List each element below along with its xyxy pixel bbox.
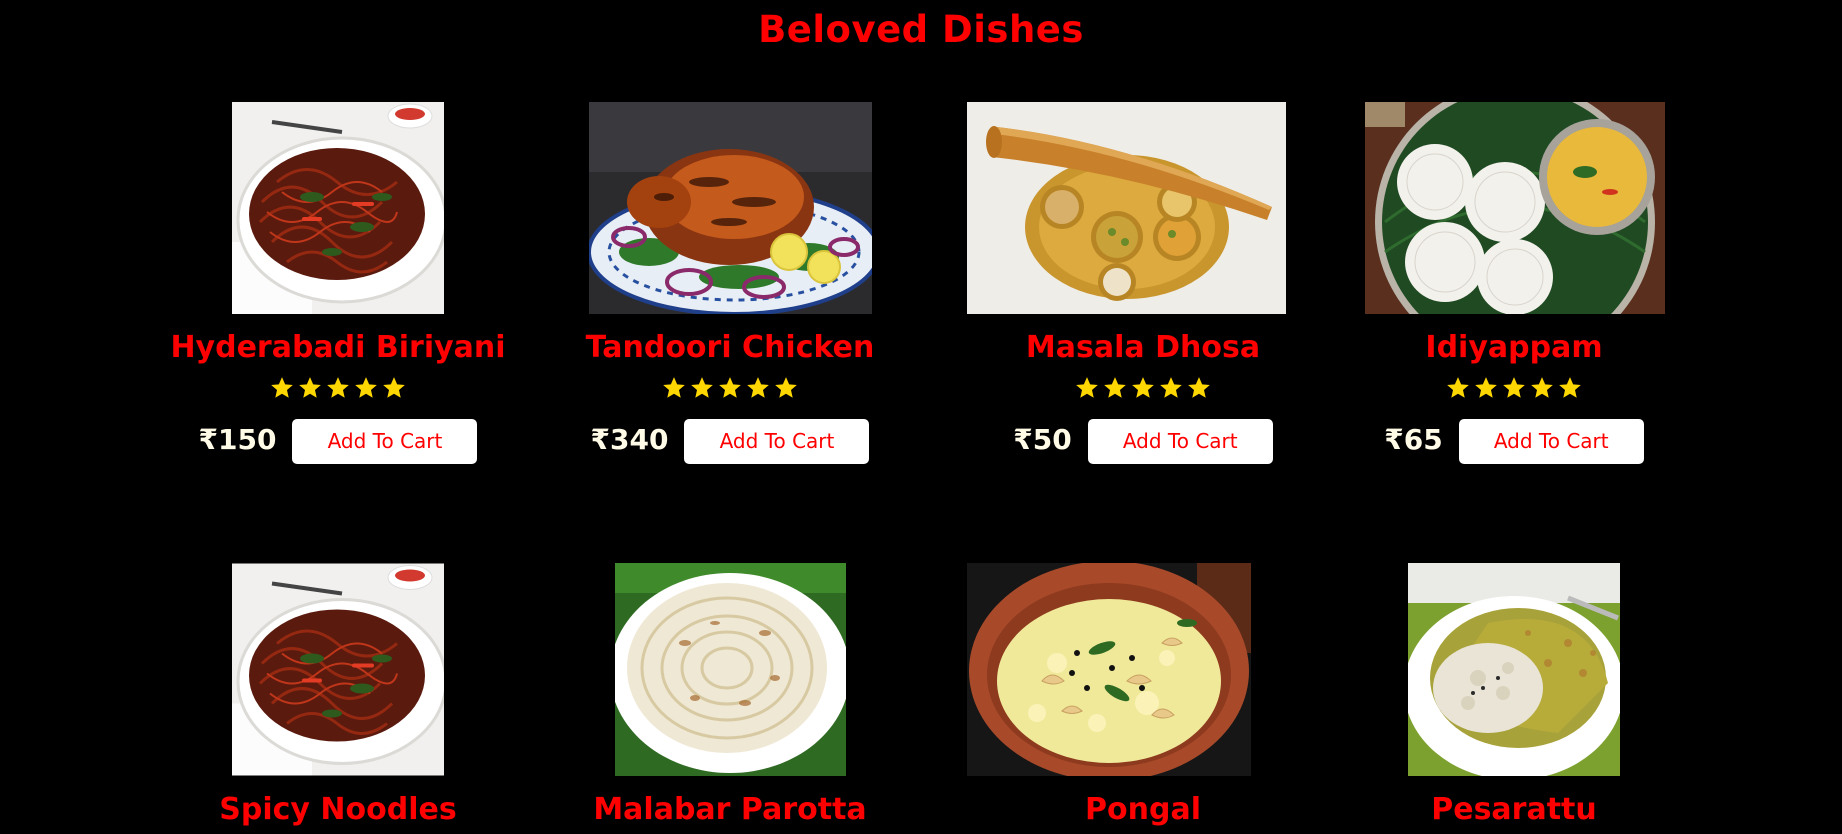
star-icon — [719, 376, 741, 398]
buy-row: ₹150 Add To Cart — [142, 418, 534, 464]
dish-image — [588, 102, 872, 314]
dish-card: Pesarattu — [1318, 563, 1710, 828]
price: ₹340 — [590, 422, 669, 456]
price: ₹150 — [198, 422, 277, 456]
buy-row: ₹65 Add To Cart — [1318, 418, 1710, 464]
add-to-cart-button[interactable]: Add To Cart — [1458, 418, 1644, 464]
dish-name: Idiyappam — [1425, 330, 1603, 365]
buy-row: ₹50 Add To Cart — [967, 418, 1319, 464]
dish-name: Spicy Noodles — [219, 792, 457, 827]
star-icon — [663, 376, 685, 398]
add-to-cart-button[interactable]: Add To Cart — [684, 418, 870, 464]
rating — [142, 371, 534, 403]
star-icon — [775, 376, 797, 398]
dish-card: Masala Dhosa ₹50 Add To Cart — [927, 102, 1319, 464]
dish-name: Tandoori Chicken — [585, 330, 875, 365]
star-icon — [271, 376, 293, 398]
star-icon — [1447, 376, 1469, 398]
dish-name: Masala Dhosa — [1025, 330, 1261, 365]
star-icon — [1503, 376, 1525, 398]
dish-name: Pesarattu — [1431, 792, 1597, 827]
star-icon — [355, 376, 377, 398]
star-icon — [1104, 376, 1126, 398]
add-to-cart-button[interactable]: Add To Cart — [1087, 418, 1273, 464]
star-icon — [327, 376, 349, 398]
price: ₹50 — [1013, 422, 1072, 456]
price: ₹65 — [1384, 422, 1443, 456]
dish-image — [1365, 102, 1665, 314]
dish-card: Malabar Parotta — [534, 563, 926, 828]
star-icon — [747, 376, 769, 398]
rating — [534, 371, 926, 403]
dish-card: Idiyappam ₹65 Add To Cart — [1318, 102, 1710, 464]
dish-image — [967, 102, 1286, 314]
star-icon — [1076, 376, 1098, 398]
dish-image — [232, 563, 444, 776]
page: Beloved Dishes Hyderabadi Biriyani ₹150 … — [0, 0, 1842, 834]
dish-card: Hyderabadi Biriyani ₹150 Add To Cart — [142, 102, 534, 464]
section-title: Beloved Dishes — [758, 8, 1084, 51]
buy-row: ₹340 Add To Cart — [534, 418, 926, 464]
star-icon — [1160, 376, 1182, 398]
star-icon — [691, 376, 713, 398]
dish-name: Hyderabadi Biriyani — [170, 330, 506, 365]
dish-card: Spicy Noodles — [142, 563, 534, 828]
dish-image — [232, 102, 444, 314]
dish-card: Pongal — [927, 563, 1319, 828]
dish-image — [967, 563, 1251, 776]
star-icon — [299, 376, 321, 398]
dish-card: Tandoori Chicken ₹340 Add To Cart — [534, 102, 926, 464]
dish-name: Malabar Parotta — [593, 792, 867, 827]
star-icon — [1475, 376, 1497, 398]
star-icon — [1132, 376, 1154, 398]
rating — [967, 371, 1319, 403]
dish-name: Pongal — [1085, 792, 1201, 827]
add-to-cart-button[interactable]: Add To Cart — [292, 418, 478, 464]
dish-image — [614, 563, 846, 776]
dish-image — [1408, 563, 1620, 776]
star-icon — [383, 376, 405, 398]
rating — [1318, 371, 1710, 403]
star-icon — [1531, 376, 1553, 398]
star-icon — [1188, 376, 1210, 398]
star-icon — [1559, 376, 1581, 398]
